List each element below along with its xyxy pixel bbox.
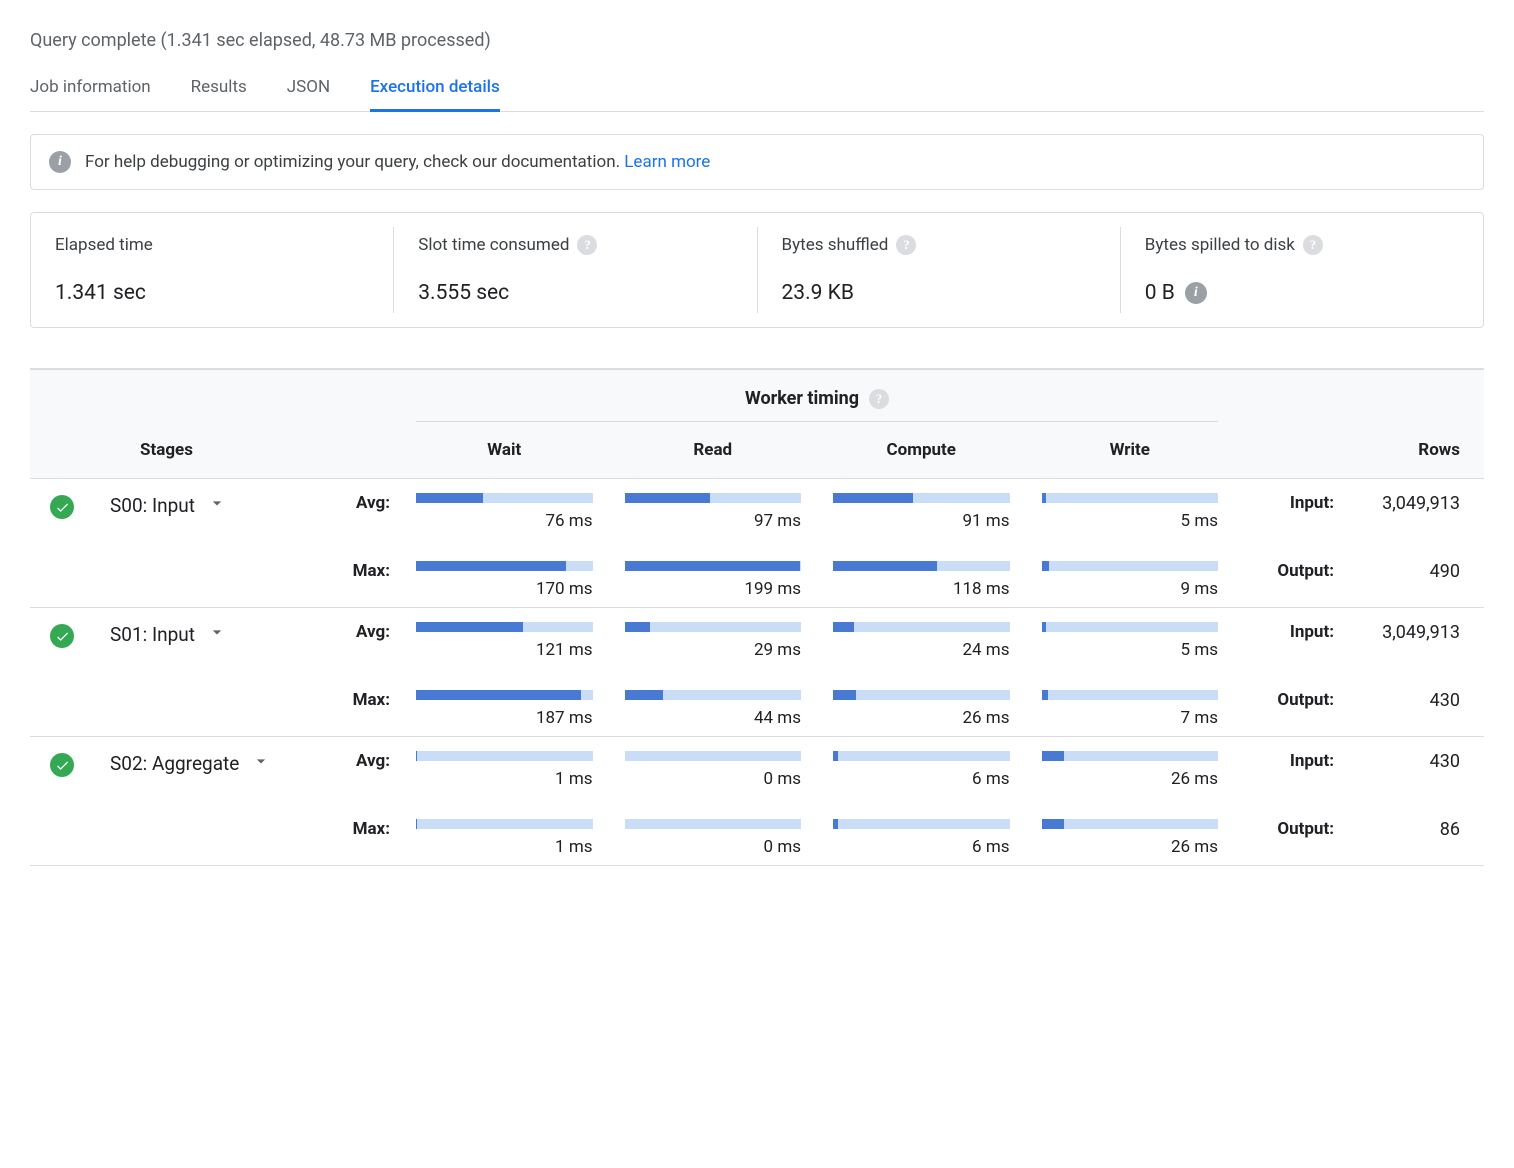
max-label: Max: [353, 819, 390, 839]
banner-text: For help debugging or optimizing your qu… [85, 152, 624, 172]
info-icon: i [49, 151, 71, 173]
metric-label: Bytes spilled to disk [1145, 235, 1295, 255]
input-rows: 3,049,913 [1382, 622, 1460, 643]
stage-s00-input: S00: Input Avg: 76 ms97 ms91 ms5 ms Input: 3… [30, 479, 1484, 608]
timing-bar: 0 ms [609, 819, 818, 857]
output-rows: 490 [1430, 561, 1460, 582]
timing-bar: 91 ms [817, 493, 1026, 531]
tab-results[interactable]: Results [191, 77, 247, 111]
avg-label: Avg: [356, 493, 390, 513]
timing-bar: 5 ms [1026, 493, 1235, 531]
col-read: Read [609, 440, 818, 460]
tab-execution-details[interactable]: Execution details [370, 77, 500, 111]
help-icon[interactable]: ? [1303, 235, 1323, 255]
metric-label: Slot time consumed [418, 235, 569, 255]
timing-bar: 1 ms [400, 819, 609, 857]
output-label: Output: [1277, 819, 1334, 839]
timing-bar: 76 ms [400, 493, 609, 531]
input-rows: 3,049,913 [1382, 493, 1460, 514]
timing-bar: 187 ms [400, 690, 609, 728]
timing-bar: 6 ms [817, 819, 1026, 857]
col-stages: Stages [110, 440, 330, 460]
help-banner: i For help debugging or optimizing your … [30, 134, 1484, 190]
timing-bar: 26 ms [1026, 819, 1235, 857]
chevron-down-icon[interactable] [207, 493, 227, 518]
avg-label: Avg: [356, 751, 390, 771]
stage-s01-input: S01: Input Avg: 121 ms29 ms24 ms5 ms Input:… [30, 608, 1484, 737]
chevron-down-icon[interactable] [251, 751, 271, 776]
metric-value: 0 B [1145, 281, 1175, 305]
timing-bar: 1 ms [400, 751, 609, 789]
output-label: Output: [1277, 561, 1334, 581]
metric-value: 3.555 sec [418, 281, 509, 305]
output-label: Output: [1277, 690, 1334, 710]
stage-name: S01: Input [110, 623, 195, 646]
timing-bar: 118 ms [817, 561, 1026, 599]
timing-bar: 44 ms [609, 690, 818, 728]
metric-bytes-shuffled: Bytes shuffled? 23.9 KB [758, 227, 1121, 313]
timing-bar: 5 ms [1026, 622, 1235, 660]
metric-value: 23.9 KB [782, 281, 854, 305]
worker-timing-title: Worker timing [745, 388, 859, 409]
worker-timing-table: Worker timing ? Stages Wait Read Compute… [30, 368, 1484, 866]
metric-bytes-spilled-to-disk: Bytes spilled to disk? 0 B i [1121, 227, 1483, 313]
stage-name: S00: Input [110, 494, 195, 517]
avg-label: Avg: [356, 622, 390, 642]
info-icon[interactable]: i [1185, 282, 1207, 304]
help-icon[interactable]: ? [869, 389, 889, 409]
metric-label: Bytes shuffled [782, 235, 889, 255]
timing-bar: 170 ms [400, 561, 609, 599]
check-icon [50, 624, 74, 648]
col-rows: Rows [1344, 440, 1484, 460]
tab-json[interactable]: JSON [287, 77, 330, 111]
metric-value: 1.341 sec [55, 281, 146, 305]
metric-elapsed-time: Elapsed time 1.341 sec [31, 227, 394, 313]
check-icon [50, 753, 74, 777]
metrics-panel: Elapsed time 1.341 sec Slot time consumed?… [30, 212, 1484, 328]
col-wait: Wait [400, 440, 609, 460]
timing-bar: 26 ms [1026, 751, 1235, 789]
timing-bar: 26 ms [817, 690, 1026, 728]
check-icon [50, 495, 74, 519]
timing-bar: 29 ms [609, 622, 818, 660]
help-icon[interactable]: ? [577, 235, 597, 255]
timing-bar: 24 ms [817, 622, 1026, 660]
timing-bar: 0 ms [609, 751, 818, 789]
stage-s02-aggregate: S02: AggregateAvg:1 ms0 ms6 ms26 msInput… [30, 737, 1484, 866]
metric-slot-time-consumed: Slot time consumed? 3.555 sec [394, 227, 757, 313]
max-label: Max: [353, 561, 390, 581]
output-rows: 430 [1430, 690, 1460, 711]
chevron-down-icon[interactable] [207, 622, 227, 647]
timing-bar: 9 ms [1026, 561, 1235, 599]
max-label: Max: [353, 690, 390, 710]
learn-more-link[interactable]: Learn more [624, 152, 710, 172]
output-rows: 86 [1440, 819, 1460, 840]
input-label: Input: [1290, 751, 1334, 771]
metric-label: Elapsed time [55, 235, 153, 255]
col-compute: Compute [817, 440, 1026, 460]
col-write: Write [1026, 440, 1235, 460]
input-label: Input: [1290, 493, 1334, 513]
input-rows: 430 [1430, 751, 1460, 772]
input-label: Input: [1290, 622, 1334, 642]
help-icon[interactable]: ? [896, 235, 916, 255]
timing-bar: 6 ms [817, 751, 1026, 789]
tab-job-information[interactable]: Job information [30, 77, 151, 111]
stage-name: S02: Aggregate [110, 752, 239, 775]
result-tabs: Job information Results JSON Execution deta… [30, 77, 1484, 112]
timing-bar: 199 ms [609, 561, 818, 599]
timing-bar: 121 ms [400, 622, 609, 660]
timing-bar: 7 ms [1026, 690, 1235, 728]
timing-bar: 97 ms [609, 493, 818, 531]
query-status: Query complete (1.341 sec elapsed, 48.73… [30, 30, 1484, 51]
